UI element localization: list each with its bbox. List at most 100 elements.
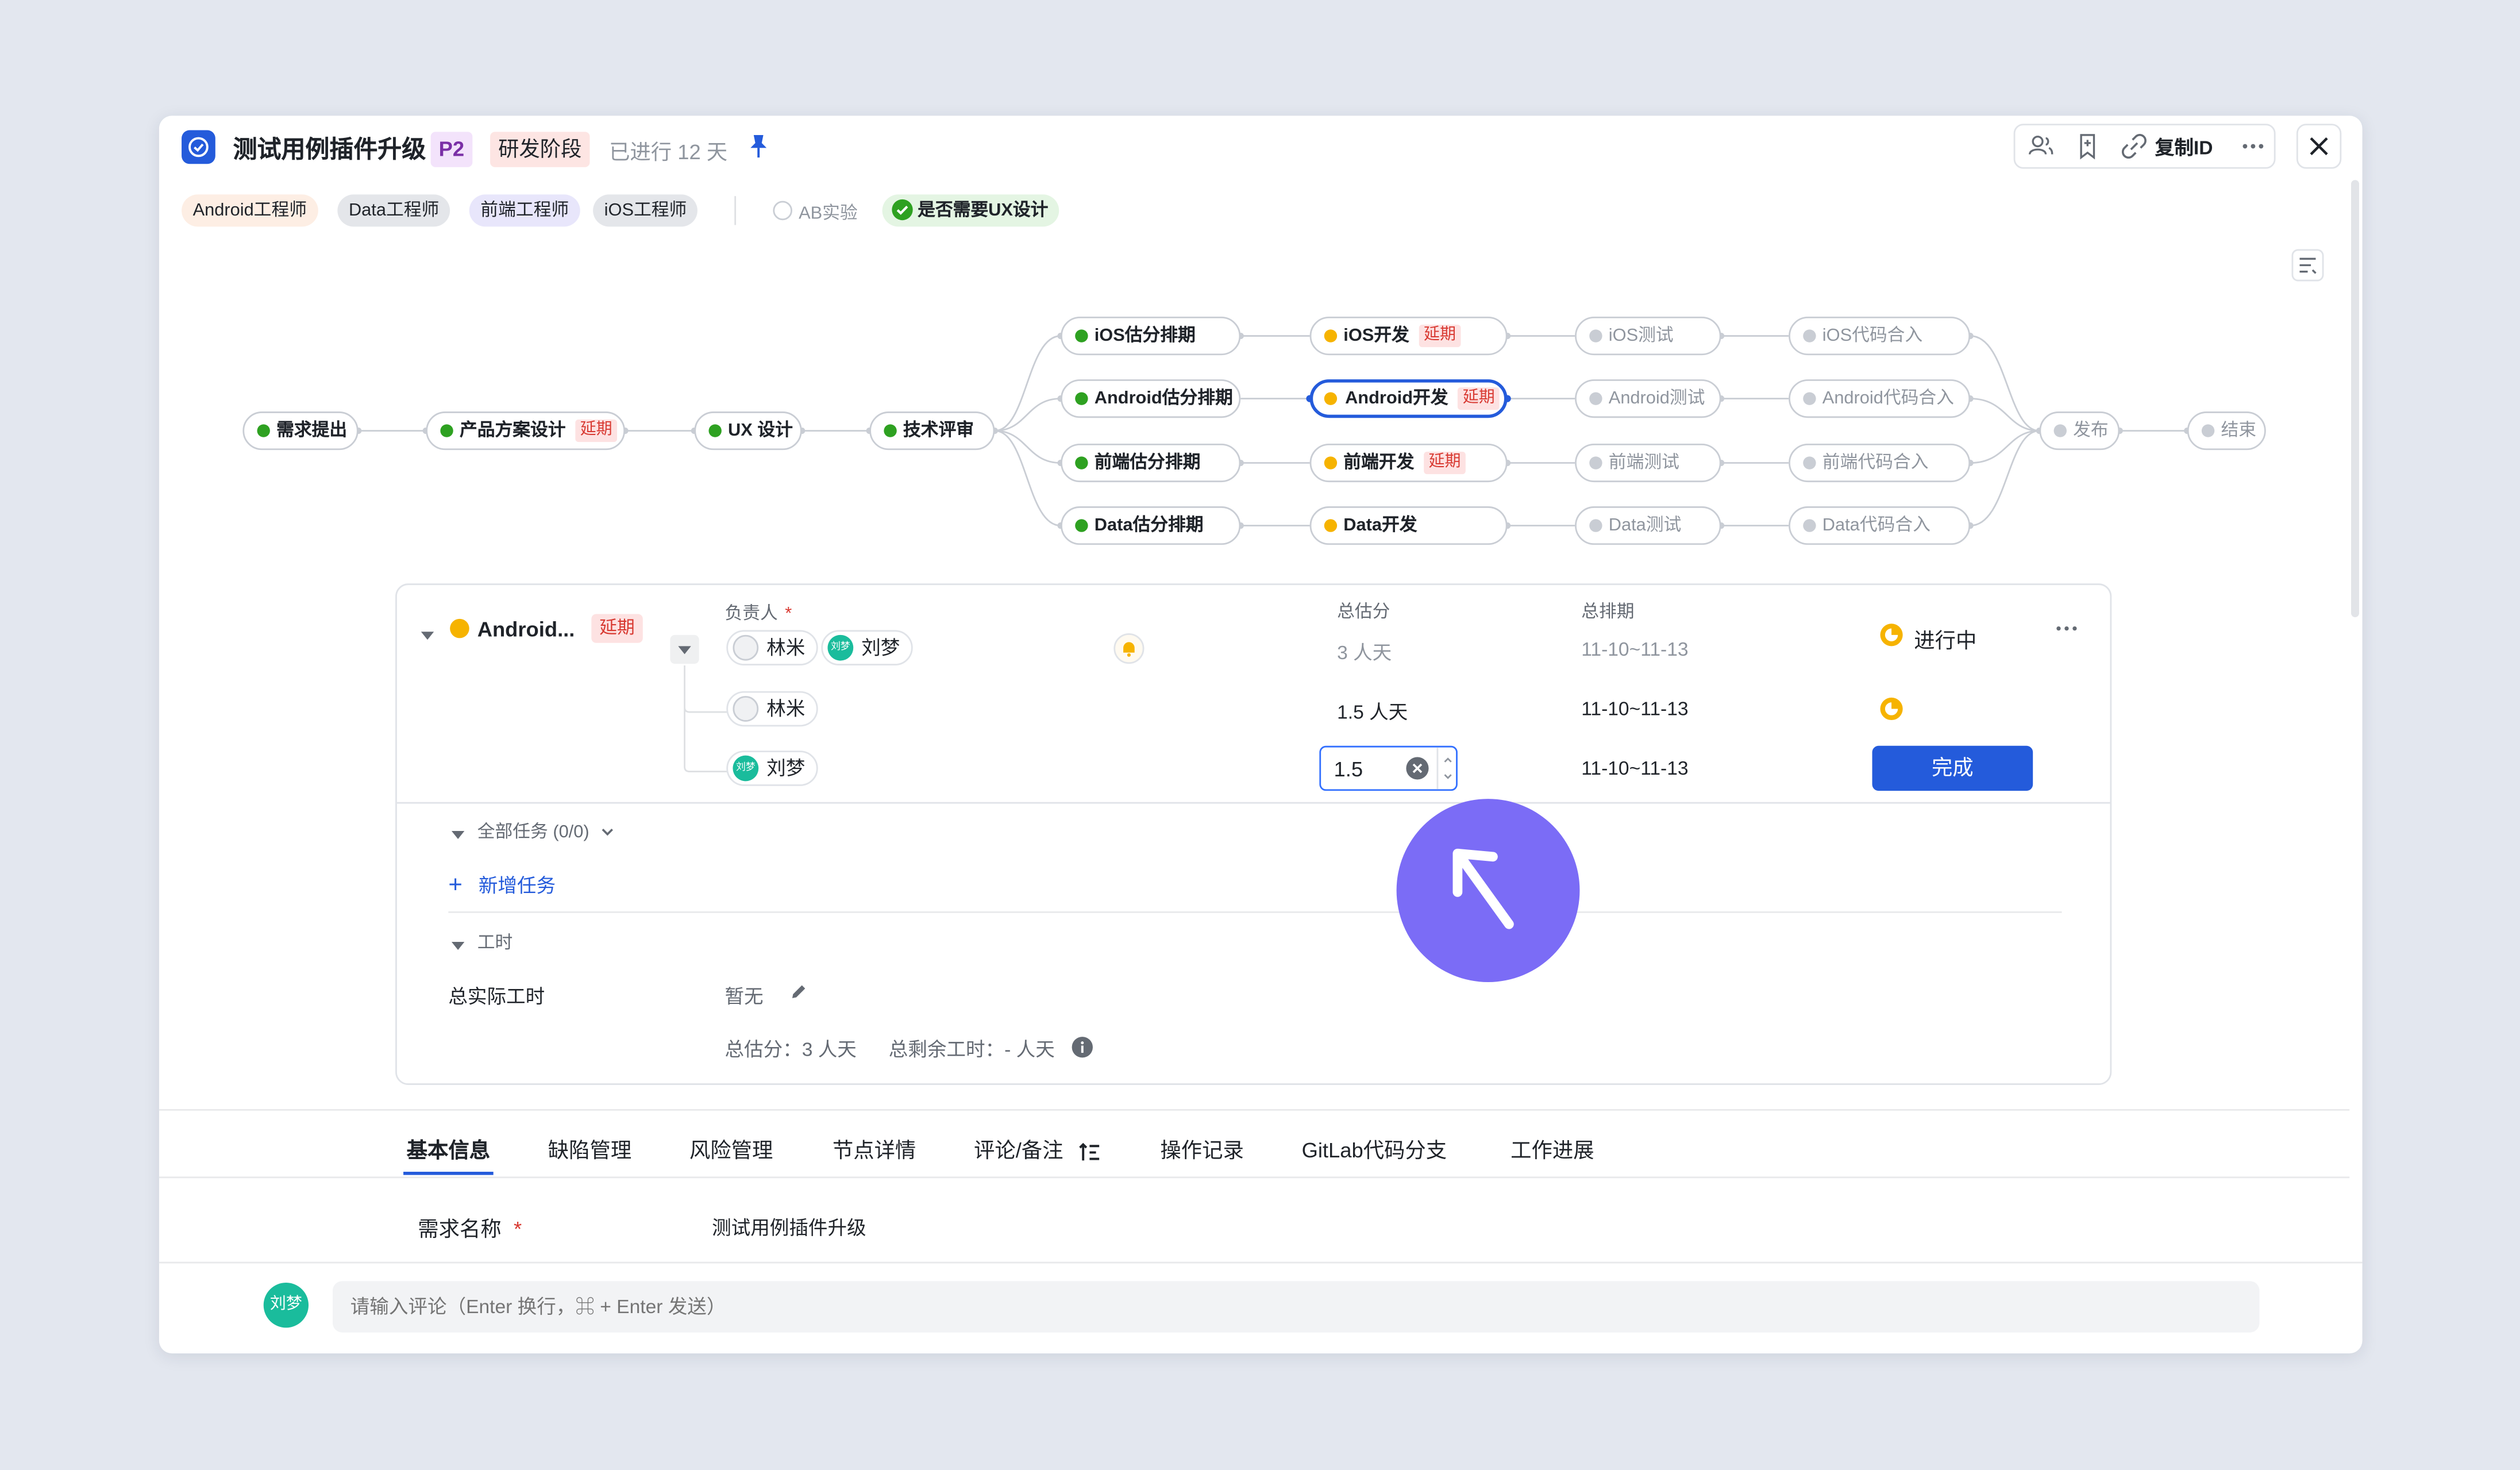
person-schedule: 11-10~11-13	[1581, 697, 1689, 721]
flow-node-data-estimate[interactable]: Data估分排期	[1061, 506, 1241, 545]
flow-connectors	[355, 332, 2191, 529]
status-dot	[1589, 519, 1602, 532]
row-more-icon[interactable]	[2052, 614, 2081, 651]
status-dot	[1803, 392, 1816, 405]
comment-input[interactable]	[332, 1281, 2260, 1333]
tab-node-details[interactable]: 节点详情	[833, 1133, 916, 1164]
status-dot	[1803, 519, 1816, 532]
total-schedule: 11-10~11-13	[1581, 638, 1689, 661]
flow-node-data-test[interactable]: Data测试	[1575, 506, 1721, 545]
flow-node-android-dev[interactable]: Android开发 延期	[1309, 379, 1508, 418]
status-dot	[1324, 519, 1338, 532]
tree-connector	[684, 665, 729, 772]
status-dot	[1324, 456, 1338, 470]
status-dot	[1589, 456, 1602, 470]
add-task-button[interactable]: + 新增任务	[448, 871, 556, 899]
chevron-down-icon	[601, 829, 613, 836]
info-icon[interactable]	[1072, 1037, 1093, 1058]
edit-icon[interactable]	[788, 980, 810, 1011]
tab-basic-info[interactable]: 基本信息	[407, 1133, 490, 1164]
tab-defects[interactable]: 缺陷管理	[548, 1133, 631, 1164]
worktime-label: 工时	[477, 934, 513, 953]
status-dot	[440, 424, 453, 437]
chevron-down-icon	[678, 646, 691, 655]
owner-chip-liumeng[interactable]: 刘梦 刘梦	[821, 630, 913, 665]
collapse-icon[interactable]	[419, 622, 436, 651]
plus-icon: +	[448, 871, 463, 899]
flag-icon	[884, 424, 897, 437]
expand-people-button[interactable]	[670, 634, 699, 664]
section-divider	[448, 911, 2062, 913]
status-dot	[1803, 329, 1816, 343]
node-detail-card: Android... 延期 负责人 * 总估分 总排期 林米 刘梦 刘梦 3 人…	[395, 583, 2112, 1085]
comment-divider	[159, 1261, 2363, 1264]
delay-badge: 延期	[1419, 325, 1461, 348]
tab-comments[interactable]: 评论/备注	[974, 1133, 1101, 1164]
owner-chip-liumeng[interactable]: 刘梦 刘梦	[726, 751, 818, 786]
owner-chip-linmi[interactable]: 林米	[726, 691, 818, 727]
tab-risks[interactable]: 风险管理	[689, 1133, 773, 1164]
flow-node-ios-test[interactable]: iOS测试	[1575, 317, 1721, 356]
avatar	[733, 634, 759, 661]
flow-node-ios-merge[interactable]: iOS代码合入	[1789, 317, 1971, 356]
status-dot	[1075, 456, 1088, 470]
field-label-name: 需求名称 *	[418, 1217, 522, 1241]
flow-node-android-estimate[interactable]: Android估分排期	[1061, 379, 1241, 418]
estimate-header: 总估分	[1337, 602, 1390, 622]
status-dot	[1324, 392, 1338, 405]
flow-node-data-dev[interactable]: Data开发	[1309, 506, 1508, 545]
tabs-bottom-divider	[159, 1176, 2350, 1179]
delay-badge: 延期	[1424, 452, 1466, 475]
status-dot	[2053, 424, 2067, 437]
node-status-dot	[450, 618, 469, 638]
flow-node-frontend-dev[interactable]: 前端开发 延期	[1309, 443, 1508, 483]
tasks-collapse-icon[interactable]	[450, 821, 466, 850]
schedule-header: 总排期	[1581, 602, 1635, 622]
avatar: 刘梦	[827, 634, 854, 661]
active-tab-underline	[403, 1172, 494, 1175]
clear-icon[interactable]	[1406, 757, 1429, 780]
flow-node-android-test[interactable]: Android测试	[1575, 379, 1721, 418]
flow-node-data-merge[interactable]: Data代码合入	[1789, 506, 1971, 545]
delay-badge: 延期	[575, 420, 618, 442]
flow-node-ios-estimate[interactable]: iOS估分排期	[1061, 317, 1241, 356]
scrollbar-thumb[interactable]	[2351, 180, 2359, 618]
tab-gitlab[interactable]: GitLab代码分支	[1302, 1133, 1447, 1164]
flow-node-tech-review[interactable]: 技术评审	[869, 411, 995, 451]
flow-node-end[interactable]: 结束	[2187, 411, 2266, 451]
status-dot	[257, 424, 270, 437]
person-schedule: 11-10~11-13	[1581, 757, 1689, 780]
flow-node-request[interactable]: 需求提出	[242, 411, 359, 451]
tasks-filter[interactable]: 全部任务 (0/0)	[477, 818, 615, 844]
flow-node-ux-design[interactable]: UX 设计	[694, 411, 802, 451]
avatar: 刘梦	[733, 755, 759, 782]
delay-badge: 延期	[1458, 387, 1500, 410]
in-progress-icon	[1880, 624, 1903, 647]
flow-node-release[interactable]: 发布	[2039, 411, 2120, 451]
tab-history[interactable]: 操作记录	[1160, 1133, 1243, 1164]
summary-remaining: 总剩余工时：- 人天	[888, 1038, 1055, 1061]
owner-chip-linmi[interactable]: 林米	[726, 630, 818, 665]
flow-node-product-design[interactable]: 产品方案设计 延期	[426, 411, 626, 451]
remind-bell-button[interactable]	[1113, 633, 1145, 664]
status-text: 进行中	[1914, 628, 1977, 653]
arrow-cursor-icon	[1452, 848, 1514, 929]
bell-icon	[1123, 642, 1135, 657]
estimate-stepper[interactable]	[1319, 745, 1458, 791]
worktime-collapse-icon[interactable]	[450, 932, 466, 961]
estimate-input[interactable]	[1334, 753, 1398, 783]
flow-node-frontend-merge[interactable]: 前端代码合入	[1789, 443, 1971, 483]
status-dot	[1589, 329, 1602, 343]
total-estimate: 3 人天	[1337, 641, 1392, 664]
flow-node-android-merge[interactable]: Android代码合入	[1789, 379, 1971, 418]
in-progress-icon	[1880, 697, 1903, 721]
flow-node-ios-dev[interactable]: iOS开发 延期	[1309, 317, 1508, 356]
flow-node-frontend-test[interactable]: 前端测试	[1575, 443, 1721, 483]
stepper-arrows[interactable]	[1436, 747, 1458, 790]
done-button[interactable]: 完成	[1872, 745, 2033, 791]
status-dot	[2201, 424, 2215, 437]
flow-node-frontend-estimate[interactable]: 前端估分排期	[1061, 443, 1241, 483]
tab-progress[interactable]: 工作进展	[1511, 1133, 1594, 1164]
actual-hours-value: 暂无	[725, 985, 764, 1008]
card-divider	[396, 802, 2110, 804]
